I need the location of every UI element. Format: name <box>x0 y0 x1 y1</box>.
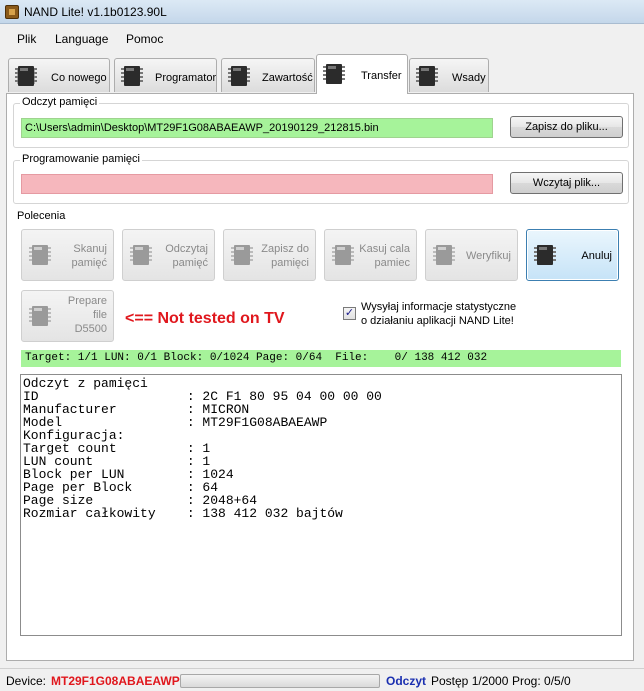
menu-bar: Plik Language Pomoc <box>0 28 644 50</box>
stats-checkbox[interactable]: ✓ <box>343 307 356 320</box>
tab-transfer[interactable]: Transfer <box>316 54 408 94</box>
log-console[interactable]: Odczyt z pamięci ID : 2C F1 80 95 04 00 … <box>20 374 622 636</box>
tab-zawartosc[interactable]: Zawartość <box>221 58 315 92</box>
button-label: Anuluj <box>581 250 612 262</box>
scan-memory-button[interactable]: Skanuj pamięć <box>21 229 114 281</box>
chip-icon <box>29 304 51 328</box>
prog-counter: Prog: 0/5/0 <box>512 674 571 688</box>
chip-icon <box>416 64 438 88</box>
window-title: NAND Lite! v1.1b0123.90L <box>24 5 167 19</box>
chip-icon <box>228 64 250 88</box>
transfer-status-line: Target: 1/1 LUN: 0/1 Block: 0/1024 Page:… <box>21 350 621 367</box>
program-path-field[interactable] <box>21 174 493 194</box>
title-bar: NAND Lite! v1.1b0123.90L <box>0 0 644 24</box>
button-label: Kasuj cala pamiec <box>359 243 410 269</box>
not-tested-warning: <== Not tested on TV <box>125 310 285 327</box>
tab-co-nowego[interactable]: Co nowego <box>8 58 110 92</box>
device-label: Device: <box>6 674 47 688</box>
tab-label: Transfer <box>361 70 402 82</box>
save-to-file-button[interactable]: Zapisz do pliku... <box>510 116 623 138</box>
button-label: Weryfikuj <box>465 250 511 262</box>
cancel-button[interactable]: Anuluj <box>526 229 619 281</box>
erase-memory-button[interactable]: Kasuj cala pamiec <box>324 229 417 281</box>
tab-label: Wsady <box>452 72 486 84</box>
verify-button[interactable]: Weryfikuj <box>425 229 518 281</box>
chip-icon <box>15 64 37 88</box>
group-title: Programowanie pamięci <box>20 153 142 165</box>
menu-language[interactable]: Language <box>55 32 108 46</box>
group-title: Polecenia <box>15 210 68 222</box>
menu-pomoc[interactable]: Pomoc <box>126 32 163 46</box>
tab-wsady[interactable]: Wsady <box>409 58 489 92</box>
chip-icon <box>121 64 143 88</box>
app-icon <box>5 5 19 19</box>
prepare-file-button[interactable]: Prepare file D5500 <box>21 290 114 342</box>
device-value: MT29F1G08ABAEAWP <box>51 674 180 688</box>
chip-icon <box>323 62 345 86</box>
button-label: Odczytaj pamięć <box>165 243 208 269</box>
stats-checkbox-label: Wysyłaj informacje statystyczne o działa… <box>361 301 517 327</box>
transfer-panel: Odczyt pamięci C:\Users\admin\Desktop\MT… <box>6 93 634 661</box>
progress-bar <box>180 674 380 688</box>
log-line: Rozmiar całkowity : 138 412 032 bajtów <box>23 506 343 521</box>
load-file-button[interactable]: Wczytaj plik... <box>510 172 623 194</box>
write-memory-button[interactable]: Zapisz do pamięci <box>223 229 316 281</box>
group-title: Odczyt pamięci <box>20 96 100 108</box>
read-memory-button[interactable]: Odczytaj pamięć <box>122 229 215 281</box>
button-label: Skanuj pamięć <box>71 243 107 269</box>
status-bar: Device: MT29F1G08ABAEAWP Odczyt Postęp 1… <box>0 668 644 691</box>
tab-label: Co nowego <box>51 72 107 84</box>
button-label: Prepare file D5500 <box>67 295 107 335</box>
read-path-field[interactable]: C:\Users\admin\Desktop\MT29F1G08ABAEAWP_… <box>21 118 493 138</box>
menu-plik[interactable]: Plik <box>17 32 36 46</box>
program-memory-group: Programowanie pamięci Wczytaj plik... <box>13 153 629 204</box>
progress-text: Postęp 1/2000 <box>431 674 509 688</box>
tab-programator[interactable]: Programator <box>114 58 217 92</box>
tab-strip: Co nowego Programator Zawartość Transfer… <box>0 54 644 94</box>
mode-label: Odczyt <box>386 674 427 688</box>
tab-label: Programator <box>155 72 217 84</box>
tab-label: Zawartość <box>262 72 313 84</box>
button-label: Zapisz do pamięci <box>261 243 309 269</box>
read-memory-group: Odczyt pamięci C:\Users\admin\Desktop\MT… <box>13 96 629 148</box>
